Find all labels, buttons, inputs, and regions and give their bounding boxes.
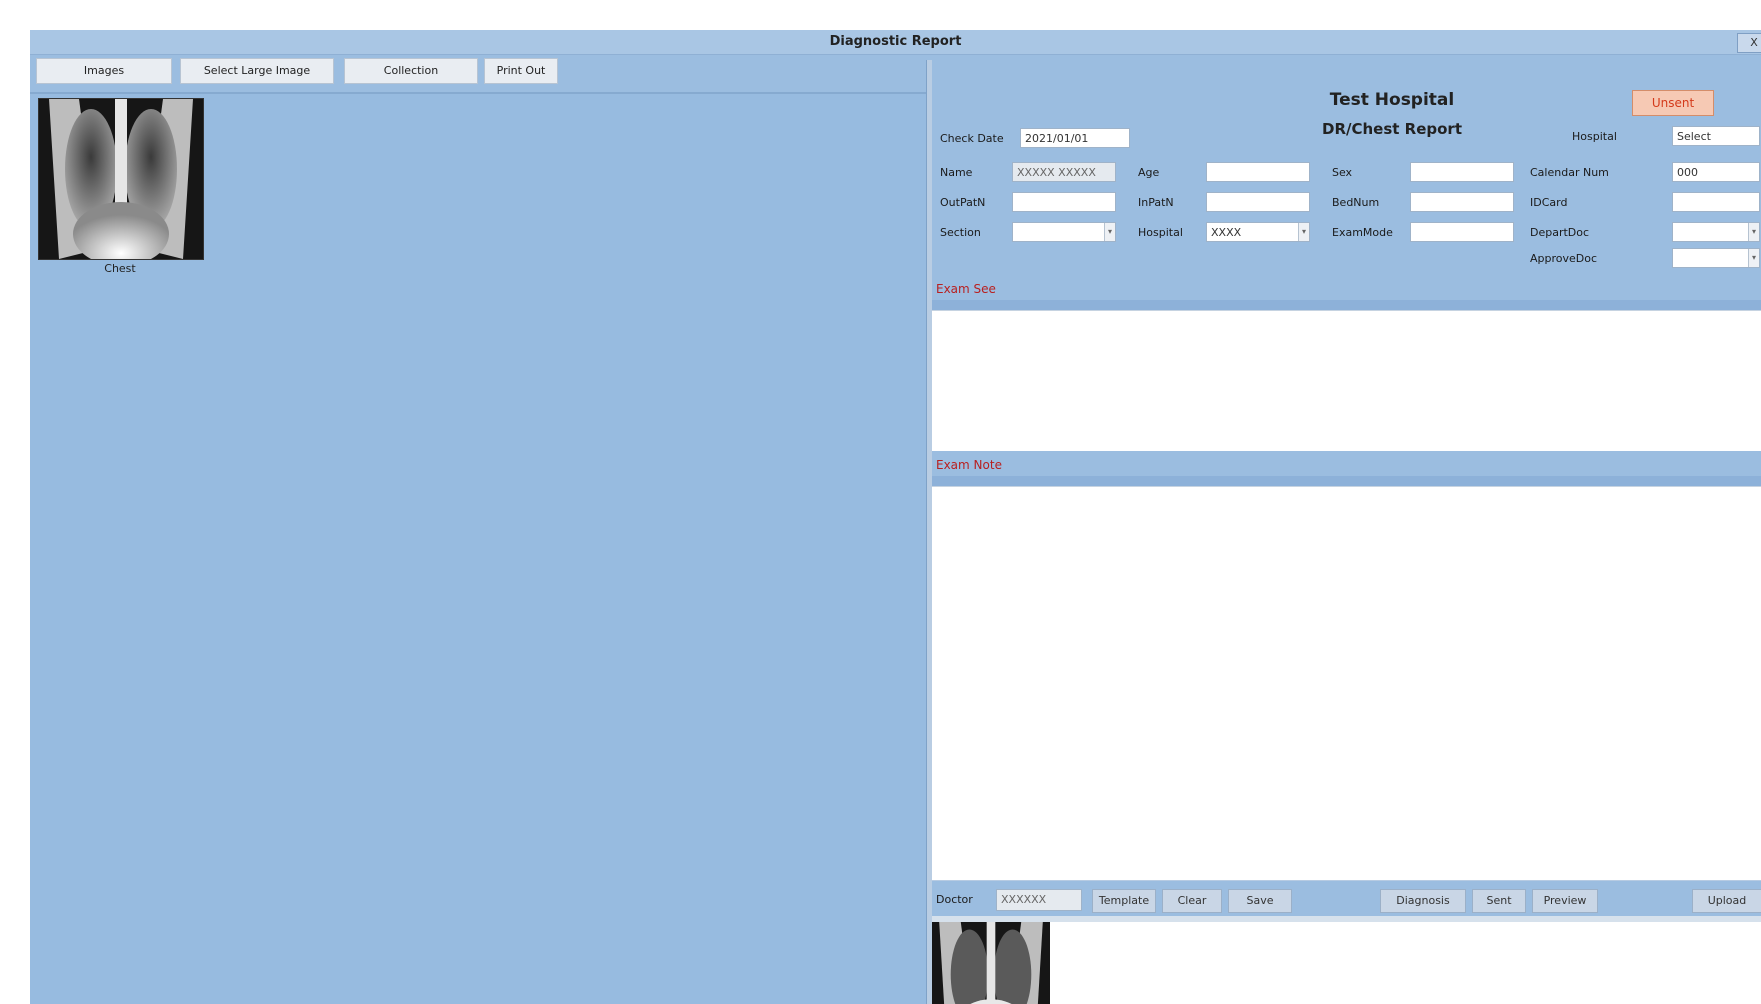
chest-xray-image: [932, 922, 1050, 1004]
chevron-down-icon[interactable]: ▾: [1298, 223, 1309, 241]
outpatient-label: OutPatN: [940, 196, 986, 209]
bottom-toolbar: Doctor XXXXXX Template Clear Save Diagno…: [932, 880, 1761, 917]
chevron-down-icon[interactable]: ▾: [1748, 223, 1759, 241]
xray-thumbnail[interactable]: [38, 98, 204, 260]
approve-doc-select[interactable]: ▾: [1672, 248, 1760, 268]
attached-images-strip: [932, 916, 1761, 1004]
hospital-dropdown-value: XXXX: [1211, 226, 1242, 239]
findings-label: Exam See: [936, 282, 996, 296]
hospital-dropdown[interactable]: XXXX ▾: [1206, 222, 1310, 242]
hospital-name: Test Hospital: [1329, 90, 1455, 110]
image-gallery-pane: Chest: [30, 92, 926, 1004]
status-badge[interactable]: Unsent: [1632, 90, 1714, 116]
template-button[interactable]: Template: [1092, 889, 1156, 913]
chevron-down-icon[interactable]: ▾: [1104, 223, 1115, 241]
sent-button[interactable]: Sent: [1472, 889, 1526, 913]
hospital-dropdown-label: Hospital: [1138, 226, 1183, 239]
doctor-field[interactable]: XXXXXX: [996, 889, 1082, 911]
diagnosis-textarea[interactable]: [932, 486, 1761, 881]
findings-textarea[interactable]: [932, 310, 1761, 451]
sex-field[interactable]: [1410, 162, 1514, 182]
window-title: Diagnostic Report: [829, 34, 962, 49]
thumbnail-caption: Chest: [104, 262, 136, 275]
hospital-select[interactable]: Select: [1672, 126, 1760, 146]
select-large-image-button[interactable]: Select Large Image: [180, 58, 334, 84]
images-button[interactable]: Images: [36, 58, 172, 84]
preview-button[interactable]: Preview: [1532, 889, 1598, 913]
calendar-num-label: Calendar Num: [1530, 166, 1609, 179]
chest-xray-image: [39, 99, 203, 259]
idcard-field[interactable]: [1672, 192, 1760, 212]
bed-num-label: BedNum: [1332, 196, 1380, 209]
findings-divider: [932, 300, 1761, 310]
inpatient-label: InPatN: [1138, 196, 1174, 209]
check-date-label: Check Date: [940, 132, 1004, 145]
attached-xray-thumbnail[interactable]: [932, 922, 1050, 1004]
depart-doc-select[interactable]: ▾: [1672, 222, 1760, 242]
age-field[interactable]: [1206, 162, 1310, 182]
title-bar: Diagnostic Report X: [30, 30, 1761, 55]
save-button[interactable]: Save: [1228, 889, 1292, 913]
upload-button[interactable]: Upload: [1692, 889, 1761, 913]
report-pane: Test Hospital DR/Chest Report Unsent Che…: [932, 60, 1761, 1004]
idcard-label: IDCard: [1530, 196, 1568, 209]
bed-num-field[interactable]: [1410, 192, 1514, 212]
collection-button[interactable]: Collection: [344, 58, 478, 84]
diagnosis-button[interactable]: Diagnosis: [1380, 889, 1466, 913]
check-date-field[interactable]: 2021/01/01: [1020, 128, 1130, 148]
hospital-select-label: Hospital: [1572, 130, 1617, 143]
outpatient-field[interactable]: [1012, 192, 1116, 212]
age-label: Age: [1138, 166, 1160, 179]
exam-mode-label: ExamMode: [1332, 226, 1393, 239]
name-field[interactable]: XXXXX XXXXX: [1012, 162, 1116, 182]
calendar-num-field[interactable]: 000: [1672, 162, 1760, 182]
diagnosis-divider: [932, 476, 1761, 486]
exam-mode-field[interactable]: [1410, 222, 1514, 242]
close-button[interactable]: X: [1737, 33, 1761, 53]
depart-doc-label: DepartDoc: [1530, 226, 1590, 239]
section-select[interactable]: ▾: [1012, 222, 1116, 242]
report-type: DR/Chest Report: [1322, 120, 1462, 138]
approve-doc-label: ApproveDoc: [1530, 252, 1598, 265]
name-label: Name: [940, 166, 973, 179]
doctor-label: Doctor: [936, 893, 973, 906]
sex-label: Sex: [1332, 166, 1353, 179]
print-button[interactable]: Print Out: [484, 58, 558, 84]
section-label: Section: [940, 226, 981, 239]
clear-button[interactable]: Clear: [1162, 889, 1222, 913]
report-window: Diagnostic Report X Images Select Large …: [30, 30, 1761, 1004]
inpatient-field[interactable]: [1206, 192, 1310, 212]
diagnosis-label: Exam Note: [936, 458, 1002, 472]
chevron-down-icon[interactable]: ▾: [1748, 249, 1759, 267]
